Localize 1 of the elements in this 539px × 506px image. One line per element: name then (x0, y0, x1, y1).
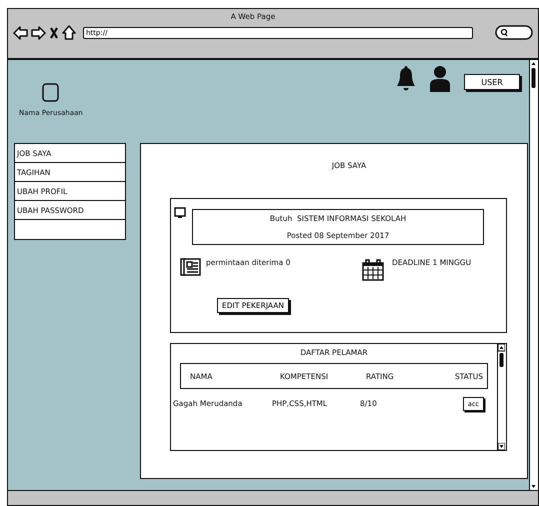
user-button[interactable]: USER (464, 74, 520, 90)
